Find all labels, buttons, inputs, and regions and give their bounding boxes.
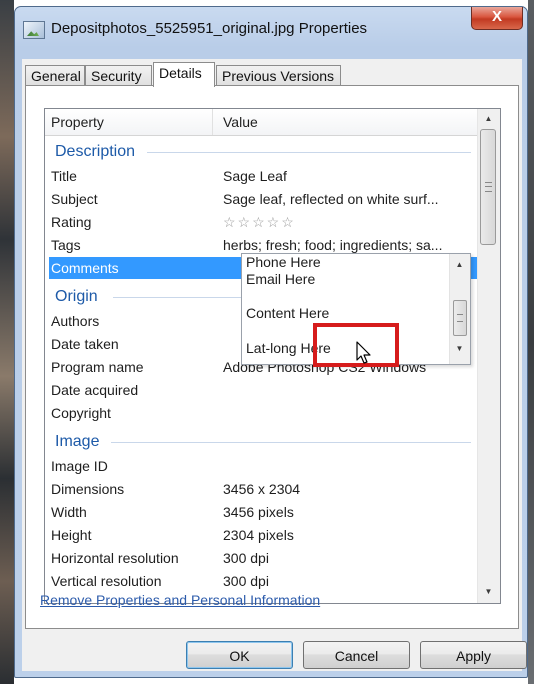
comments-line: Phone Here xyxy=(246,254,321,270)
list-item[interactable]: Copyright xyxy=(49,402,479,424)
comments-scrollbar[interactable]: ▲ ▼ xyxy=(449,254,470,364)
close-button[interactable]: X xyxy=(471,7,523,30)
property-name: Image ID xyxy=(51,458,108,474)
list-item[interactable]: Rating ☆☆☆☆☆ xyxy=(49,211,479,233)
property-name: Vertical resolution xyxy=(51,573,162,589)
property-name: Tags xyxy=(51,237,81,253)
property-name: Width xyxy=(51,504,87,520)
list-item[interactable]: Dimensions 3456 x 2304 xyxy=(49,478,479,500)
properties-window: Depositphotos_5525951_original.jpg Prope… xyxy=(14,6,528,678)
property-name: Authors xyxy=(51,313,100,329)
cancel-button[interactable]: Cancel xyxy=(303,641,410,669)
desktop-background xyxy=(0,0,14,684)
mouse-cursor-icon xyxy=(356,341,371,364)
group-label: Description xyxy=(55,143,136,160)
ok-button[interactable]: OK xyxy=(186,641,293,669)
image-file-icon xyxy=(23,21,45,39)
list-item[interactable]: Horizontal resolution 300 dpi xyxy=(49,547,479,569)
property-value: 2304 pixels xyxy=(223,527,294,543)
property-value: 300 dpi xyxy=(223,573,269,589)
list-vertical-scrollbar[interactable]: ▲ ▼ xyxy=(477,109,500,603)
list-item[interactable]: Image ID xyxy=(49,455,479,477)
apply-button[interactable]: Apply xyxy=(420,641,527,669)
property-name: Copyright xyxy=(51,405,111,421)
rating-stars[interactable]: ☆☆☆☆☆ xyxy=(223,211,296,233)
details-panel: Property Value Description Title Sage Lea… xyxy=(25,85,519,629)
property-name: Comments xyxy=(51,260,119,276)
tab-details[interactable]: Details xyxy=(153,62,215,87)
comments-scroll-thumb[interactable] xyxy=(453,300,467,336)
property-name: Height xyxy=(51,527,92,543)
property-list[interactable]: Property Value Description Title Sage Lea… xyxy=(44,108,501,604)
scroll-up-icon[interactable]: ▲ xyxy=(451,256,468,273)
list-item[interactable]: Date acquired xyxy=(49,379,479,401)
group-label: Image xyxy=(55,433,100,450)
property-name: Rating xyxy=(51,214,92,230)
property-value: Sage Leaf xyxy=(223,168,287,184)
desktop-background-right xyxy=(528,0,534,684)
list-header: Property Value xyxy=(45,109,479,136)
column-divider[interactable] xyxy=(212,109,213,135)
tab-security[interactable]: Security xyxy=(85,65,152,85)
list-item[interactable]: Subject Sage leaf, reflected on white sur… xyxy=(49,188,479,210)
tab-general[interactable]: General xyxy=(25,65,85,85)
list-scroll-thumb[interactable] xyxy=(480,129,496,245)
property-name: Date acquired xyxy=(51,382,139,398)
list-item[interactable]: Height 2304 pixels xyxy=(49,524,479,546)
window-title: Depositphotos_5525951_original.jpg Prope… xyxy=(51,20,368,37)
column-header-value[interactable]: Value xyxy=(223,109,258,135)
list-item[interactable]: Vertical resolution 300 dpi xyxy=(49,570,479,592)
list-item[interactable]: Width 3456 pixels xyxy=(49,501,479,523)
remove-properties-link[interactable]: Remove Properties and Personal Informati… xyxy=(40,592,320,608)
list-item[interactable]: Title Sage Leaf xyxy=(49,165,479,187)
scroll-grip-icon xyxy=(485,182,492,192)
dialog-client-area: General Security Details Previous Versio… xyxy=(22,59,522,671)
group-heading-description: Description xyxy=(55,140,475,164)
property-name: Subject xyxy=(51,191,98,207)
scroll-up-icon[interactable]: ▲ xyxy=(480,110,497,127)
property-name: Title xyxy=(51,168,77,184)
comments-line: Email Here xyxy=(246,271,316,287)
property-name: Date taken xyxy=(51,336,119,352)
column-header-property[interactable]: Property xyxy=(51,109,104,135)
property-value: Sage leaf, reflected on white surf... xyxy=(223,191,439,207)
property-value: 3456 pixels xyxy=(223,504,294,520)
tab-previous-versions[interactable]: Previous Versions xyxy=(216,65,341,85)
property-name: Program name xyxy=(51,359,144,375)
title-bar[interactable]: Depositphotos_5525951_original.jpg Prope… xyxy=(15,7,527,53)
scroll-down-icon[interactable]: ▼ xyxy=(480,583,497,600)
property-name: Dimensions xyxy=(51,481,125,497)
comments-line: Content Here xyxy=(246,305,330,321)
property-value: 300 dpi xyxy=(223,550,269,566)
property-name: Horizontal resolution xyxy=(51,550,179,566)
group-heading-image: Image xyxy=(55,430,475,454)
group-label: Origin xyxy=(55,288,98,305)
scroll-down-icon[interactable]: ▼ xyxy=(451,340,468,357)
property-value: 3456 x 2304 xyxy=(223,481,301,497)
